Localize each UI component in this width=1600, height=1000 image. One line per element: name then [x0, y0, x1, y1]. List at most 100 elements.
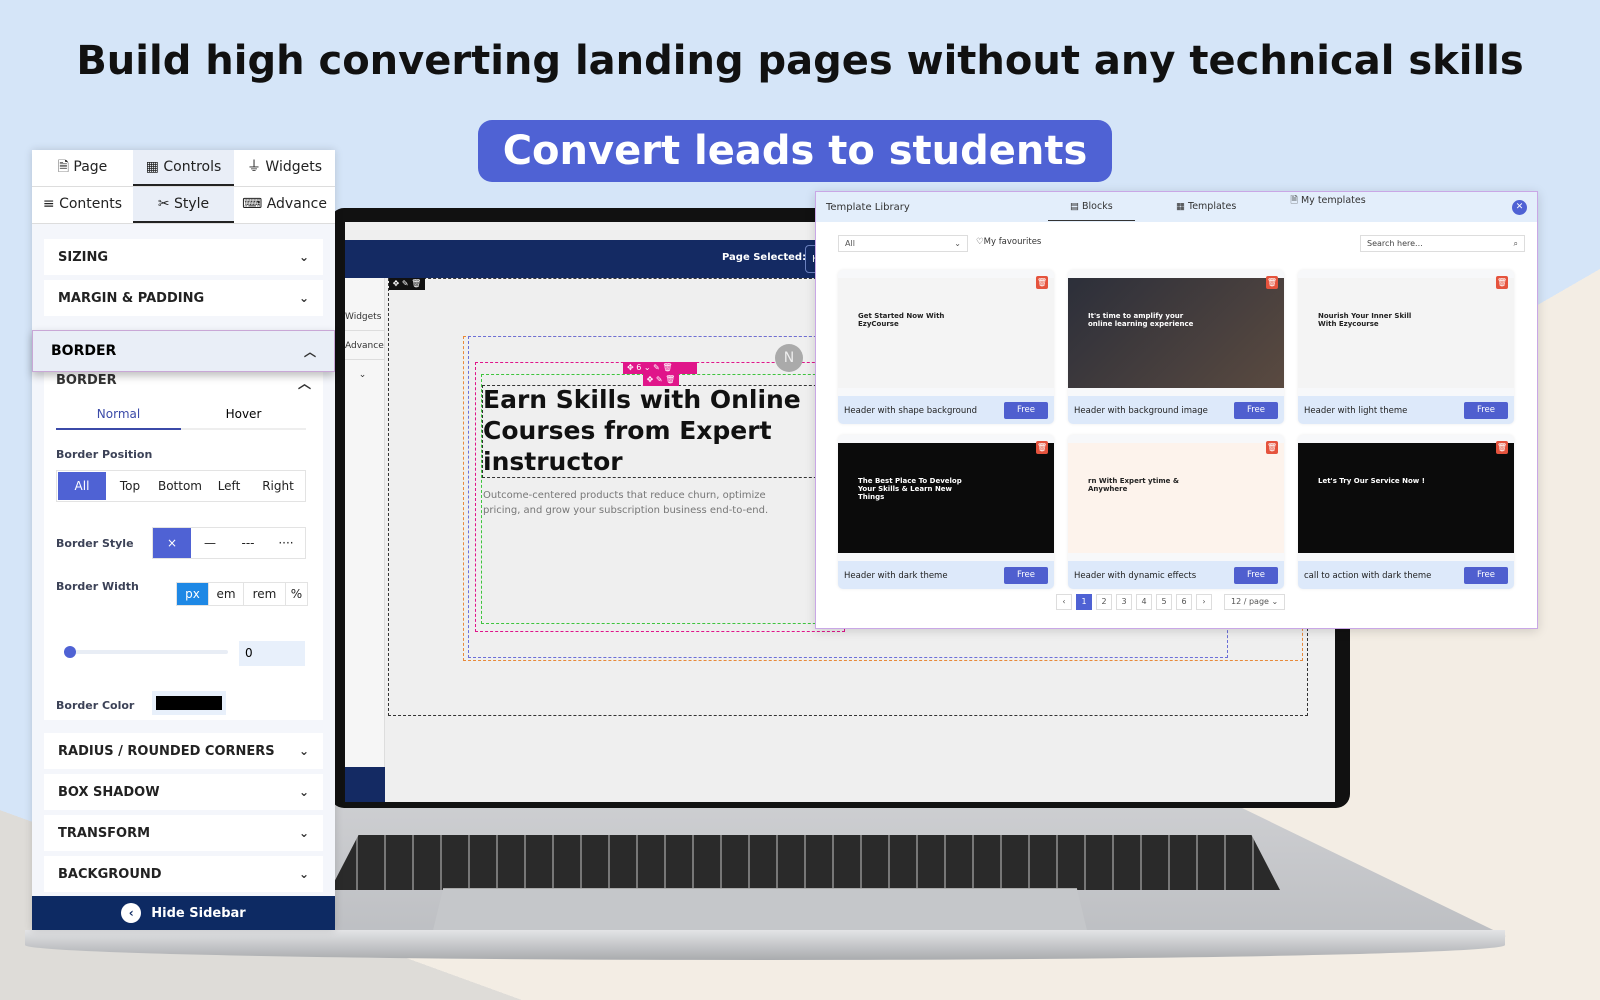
position-right[interactable]: Right — [252, 472, 304, 500]
position-top[interactable]: Top — [106, 472, 154, 500]
tab-contents[interactable]: ≡ Contents — [32, 187, 133, 223]
page-2[interactable]: 2 — [1096, 594, 1112, 610]
tab-style[interactable]: ✂ Style — [133, 187, 234, 223]
tab-advance[interactable]: Advance — [345, 331, 384, 360]
tab-advance[interactable]: ⌨ Advance — [234, 187, 335, 223]
next-page-button[interactable]: › — [1196, 594, 1212, 610]
editor-left-panel: Widgets Advance ⌄ — [345, 278, 385, 802]
tab-widgets[interactable]: ⏚ Widgets — [234, 150, 335, 186]
style-dotted[interactable]: ···· — [267, 528, 305, 558]
delete-icon[interactable]: 🗑 — [1036, 441, 1048, 454]
thumbnail-text: The Best Place To Develop Your Skills & … — [858, 477, 962, 501]
free-button[interactable]: Free — [1464, 402, 1508, 419]
template-card[interactable]: Get Started Now With EzyCourse 🗑 Header … — [838, 270, 1054, 424]
tab-controls[interactable]: ▦ Controls — [133, 150, 234, 186]
section-box-shadow[interactable]: BOX SHADOW ⌄ — [44, 774, 323, 810]
move-icon[interactable]: ✥ — [627, 363, 636, 372]
sidebar-lower-sections: RADIUS / ROUNDED CORNERS ⌄ BOX SHADOW ⌄ TR… — [32, 728, 335, 892]
page-size-select[interactable]: 12 / page ⌄ — [1224, 594, 1286, 610]
chevron-down-icon: ⌄ — [298, 826, 309, 840]
close-icon[interactable]: ✕ — [1512, 200, 1527, 215]
template-card[interactable]: The Best Place To Develop Your Skills & … — [838, 435, 1054, 589]
hero-title[interactable]: Earn Skills with Online Courses from Exp… — [483, 384, 803, 477]
tab-hover[interactable]: Hover — [181, 407, 306, 430]
free-button[interactable]: Free — [1234, 567, 1278, 584]
position-left[interactable]: Left — [206, 472, 252, 500]
delete-icon[interactable]: 🗑 — [1266, 276, 1278, 289]
section-tools[interactable]: ✥ ✎ 🗑 — [389, 278, 425, 290]
sidebar-sub-tabs: ≡ Contents ✂ Style ⌨ Advance — [32, 187, 335, 224]
editor-left-footer — [345, 767, 385, 802]
border-style-label: Border Style — [56, 537, 134, 550]
unit-em[interactable]: em — [208, 583, 243, 605]
sidebar: 🗎 Page ▦ Controls ⏚ Widgets ≡ Contents ✂… — [32, 150, 335, 930]
tab-my-templates[interactable]: 🗎 My templates — [1288, 196, 1368, 206]
category-select[interactable]: All ⌄ — [838, 235, 968, 252]
template-name: Header with dynamic effects — [1074, 571, 1197, 581]
section-border[interactable]: BORDER ︿ — [32, 330, 335, 372]
border-ghost-header: BORDER ︿ — [56, 373, 311, 392]
tab-normal[interactable]: Normal — [56, 407, 181, 430]
favourites-filter[interactable]: ♡My favourites — [976, 237, 1041, 247]
column-toolbar[interactable]: ✥ 6 ⌄ ✎ 🗑 — [623, 362, 697, 374]
unit-group: px em rem % — [176, 582, 308, 606]
tab-templates[interactable]: ▦ Templates — [1176, 201, 1236, 212]
template-card[interactable]: It's time to amplify your online learnin… — [1068, 270, 1284, 424]
chevron-left-icon: ‹ — [121, 903, 142, 923]
tab-widgets[interactable]: Widgets — [345, 302, 384, 331]
border-width-input[interactable]: 0 — [239, 641, 305, 666]
page-3[interactable]: 3 — [1116, 594, 1132, 610]
section-sizing[interactable]: SIZING ⌄ — [44, 239, 323, 275]
page-4[interactable]: 4 — [1136, 594, 1152, 610]
border-width-slider[interactable] — [64, 646, 228, 658]
position-all[interactable]: All — [58, 472, 106, 500]
style-dashed[interactable]: --- — [229, 528, 267, 558]
delete-icon[interactable]: 🗑 — [1266, 441, 1278, 454]
prev-page-button[interactable]: ‹ — [1056, 594, 1072, 610]
free-button[interactable]: Free — [1004, 402, 1048, 419]
free-button[interactable]: Free — [1464, 567, 1508, 584]
section-radius[interactable]: RADIUS / ROUNDED CORNERS ⌄ — [44, 733, 323, 769]
border-panel: BORDER ︿ Normal Hover Border Position All… — [44, 365, 323, 720]
template-card[interactable]: rn With Expert ytime & Anywhere 🗑 Header… — [1068, 435, 1284, 589]
template-name: Header with dark theme — [844, 571, 948, 581]
style-none[interactable]: × — [153, 528, 191, 558]
section-transform[interactable]: TRANSFORM ⌄ — [44, 815, 323, 851]
free-button[interactable]: Free — [1234, 402, 1278, 419]
unit-px[interactable]: px — [177, 583, 208, 605]
search-input[interactable]: Search here... ⌕ — [1360, 235, 1525, 252]
page-1[interactable]: 1 — [1076, 594, 1092, 610]
template-thumbnail: Let's Try Our Service Now ! — [1298, 443, 1514, 553]
code-icon: ⌨ — [242, 196, 267, 212]
position-bottom[interactable]: Bottom — [154, 472, 206, 500]
border-color-swatch[interactable] — [152, 691, 226, 715]
unit-rem[interactable]: rem — [243, 583, 285, 605]
pagination: ‹ 1 2 3 4 5 6 › 12 / page ⌄ — [1056, 594, 1286, 610]
page-6[interactable]: 6 — [1176, 594, 1192, 610]
hide-sidebar-button[interactable]: ‹ Hide Sidebar — [32, 896, 335, 930]
border-color-label: Border Color — [56, 699, 135, 712]
section-margin-padding[interactable]: MARGIN & PADDING ⌄ — [44, 280, 323, 316]
template-card[interactable]: Let's Try Our Service Now ! 🗑 call to ac… — [1298, 435, 1514, 589]
template-thumbnail: Get Started Now With EzyCourse — [838, 278, 1054, 388]
tab-page[interactable]: 🗎 Page — [32, 150, 133, 186]
template-name: Header with shape background — [844, 406, 978, 416]
chevron-down-icon: ⌄ — [298, 744, 309, 758]
unit-percent[interactable]: % — [285, 583, 307, 605]
section-background[interactable]: BACKGROUND ⌄ — [44, 856, 323, 892]
template-card[interactable]: Nourish Your Inner Skill With Ezycourse … — [1298, 270, 1514, 424]
subheadline-pill: Convert leads to students — [478, 120, 1112, 182]
file-icon: 🗎 — [57, 159, 74, 175]
style-solid[interactable]: — — [191, 528, 229, 558]
tab-blocks[interactable]: ▤ Blocks — [1048, 201, 1135, 221]
hero-subtitle[interactable]: Outcome-centered products that reduce ch… — [483, 488, 773, 518]
page-5[interactable]: 5 — [1156, 594, 1172, 610]
chevron-up-icon: ︿ — [303, 344, 316, 359]
slider-handle[interactable] — [64, 646, 76, 658]
delete-icon[interactable]: 🗑 — [1496, 441, 1508, 454]
delete-icon[interactable]: 🗑 — [1496, 276, 1508, 289]
free-button[interactable]: Free — [1004, 567, 1048, 584]
plug-icon: ⏚ — [246, 159, 266, 175]
chevron-down-icon[interactable]: ⌄ — [345, 360, 384, 388]
delete-icon[interactable]: 🗑 — [1036, 276, 1048, 289]
